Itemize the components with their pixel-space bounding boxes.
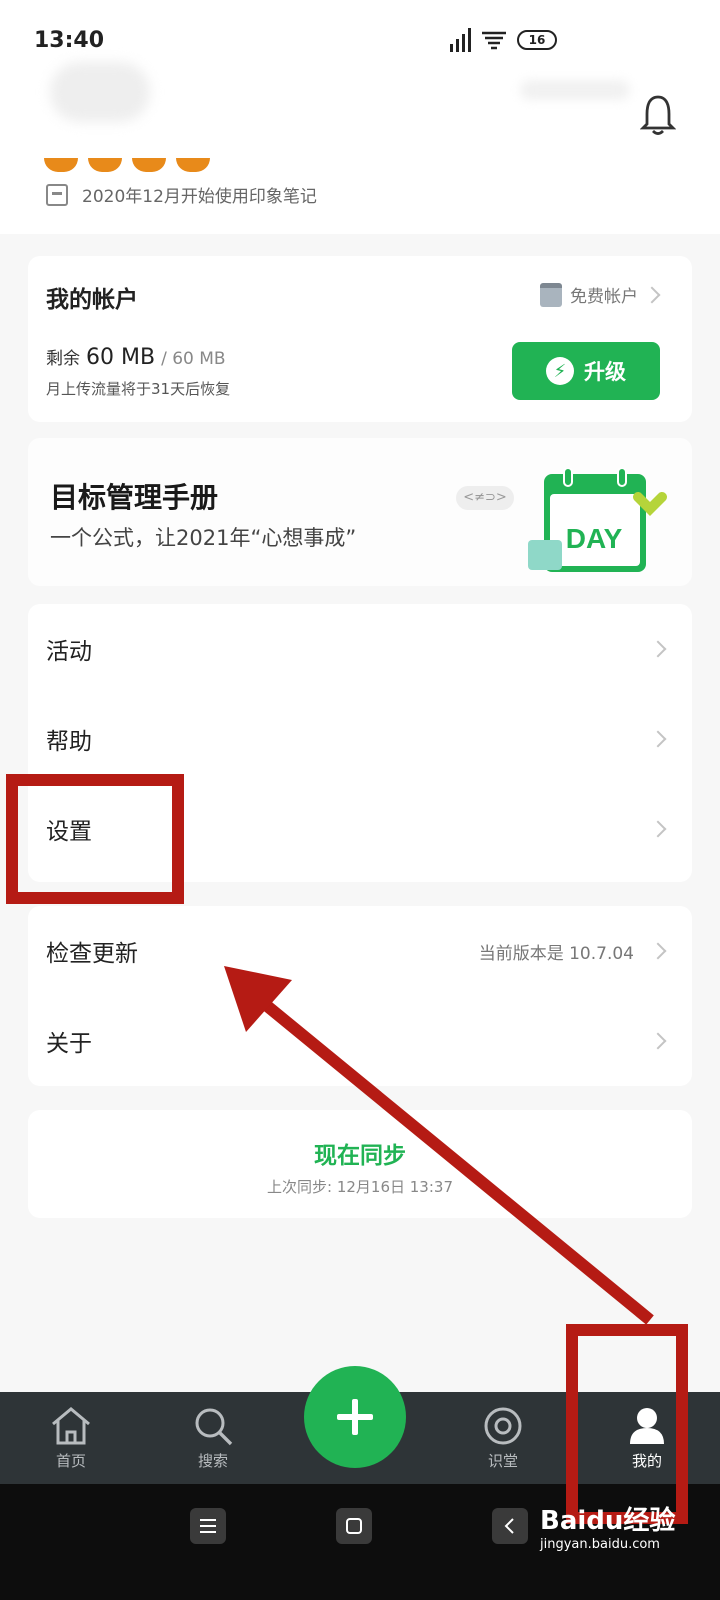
watermark-brand: Baidu经验	[540, 1506, 676, 1536]
watermark-url: jingyan.baidu.com	[540, 1537, 660, 1552]
annotation-arrow	[224, 966, 654, 1325]
watermark: Baidu经验 jingyan.baidu.com	[540, 1500, 675, 1552]
